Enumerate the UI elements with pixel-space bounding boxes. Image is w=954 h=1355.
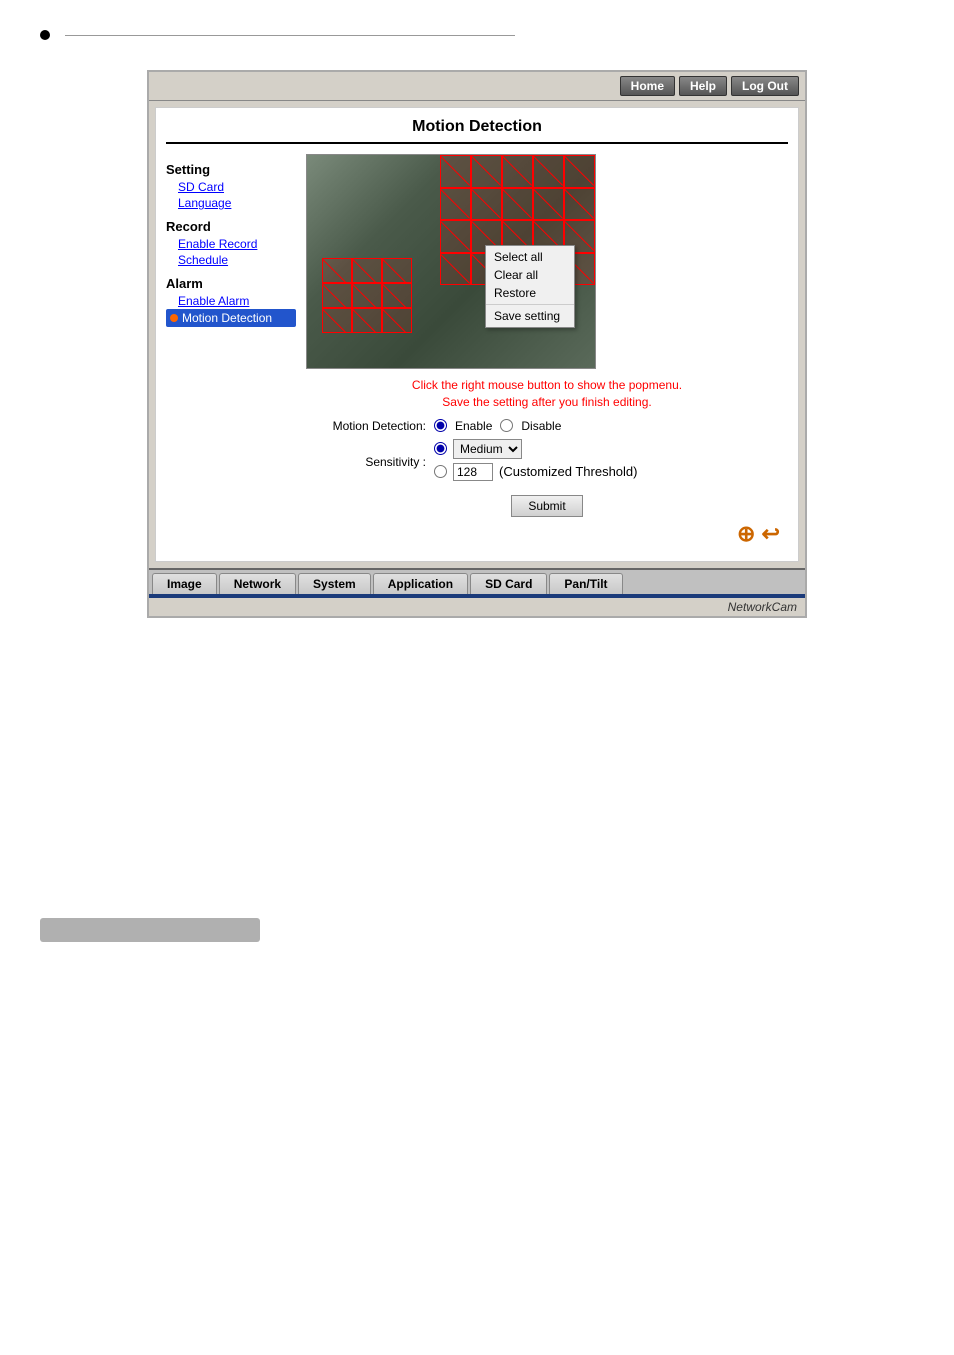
camera-view[interactable]: Select all Clear all Restore Save settin… bbox=[306, 154, 596, 369]
grid-bl-cell bbox=[322, 258, 352, 283]
logout-button[interactable]: Log Out bbox=[731, 76, 799, 96]
grid-bl-cell bbox=[322, 308, 352, 333]
grid-bl-cell bbox=[352, 308, 382, 333]
sidebar-alarm-label: Alarm bbox=[166, 276, 296, 291]
bullet-underline bbox=[65, 35, 515, 36]
context-menu-restore[interactable]: Restore bbox=[486, 284, 574, 302]
motion-detection-radio-group: Enable Disable bbox=[434, 419, 561, 433]
page-title: Motion Detection bbox=[166, 118, 788, 144]
tab-image[interactable]: Image bbox=[152, 573, 217, 594]
sensitivity-medium-row: Medium bbox=[434, 439, 637, 459]
context-menu-separator bbox=[486, 304, 574, 305]
threshold-input[interactable] bbox=[453, 463, 493, 481]
sidebar-item-sdcard[interactable]: SD Card bbox=[166, 179, 296, 195]
sidebar-item-enablerecord[interactable]: Enable Record bbox=[166, 236, 296, 252]
disable-radio[interactable] bbox=[500, 419, 513, 432]
custom-radio[interactable] bbox=[434, 465, 447, 478]
sidebar-record-label: Record bbox=[166, 219, 296, 234]
bullet-dot bbox=[40, 30, 50, 40]
logo-icon: ⊕ ↩ bbox=[737, 521, 780, 547]
brand-name: NetworkCam bbox=[728, 600, 797, 614]
main-layout: Setting SD Card Language Record Enable R… bbox=[166, 154, 788, 551]
tab-application[interactable]: Application bbox=[373, 573, 468, 594]
grid-cell bbox=[533, 188, 564, 221]
camera-section: Select all Clear all Restore Save settin… bbox=[306, 154, 788, 551]
page-wrapper: Home Help Log Out Motion Detection Setti… bbox=[0, 0, 954, 1355]
top-nav: Home Help Log Out bbox=[149, 72, 805, 101]
grid-cell bbox=[471, 188, 502, 221]
grid-cell bbox=[440, 253, 471, 286]
grid-bl-cell bbox=[382, 308, 412, 333]
context-menu-selectall[interactable]: Select all bbox=[486, 248, 574, 266]
motion-detection-label: Motion Detection: bbox=[306, 419, 426, 433]
bullet-line bbox=[0, 20, 954, 50]
motion-grid-bottomleft bbox=[322, 258, 412, 333]
bottom-tabs: Image Network System Application SD Card… bbox=[149, 568, 805, 594]
grid-bl-cell bbox=[352, 283, 382, 308]
medium-select[interactable]: Medium bbox=[453, 439, 522, 459]
grid-cell bbox=[440, 188, 471, 221]
instruction-text: Click the right mouse button to show the… bbox=[306, 377, 788, 411]
grid-cell bbox=[533, 155, 564, 188]
sidebar-item-motiondetection[interactable]: Motion Detection bbox=[166, 309, 296, 327]
context-menu-savesetting[interactable]: Save setting bbox=[486, 307, 574, 325]
grid-cell bbox=[502, 155, 533, 188]
tab-sdcard[interactable]: SD Card bbox=[470, 573, 547, 594]
sidebar: Setting SD Card Language Record Enable R… bbox=[166, 154, 296, 551]
help-button[interactable]: Help bbox=[679, 76, 727, 96]
bottom-gray-bar bbox=[40, 918, 260, 942]
grid-cell bbox=[564, 188, 595, 221]
tab-pantilt[interactable]: Pan/Tilt bbox=[549, 573, 622, 594]
main-container: Home Help Log Out Motion Detection Setti… bbox=[147, 70, 807, 618]
sensitivity-controls: Medium (Customized Threshold) bbox=[434, 439, 637, 485]
grid-bl-cell bbox=[382, 283, 412, 308]
tab-system[interactable]: System bbox=[298, 573, 371, 594]
active-bullet-icon bbox=[170, 314, 178, 322]
home-button[interactable]: Home bbox=[620, 76, 675, 96]
settings-area: Click the right mouse button to show the… bbox=[306, 377, 788, 517]
submit-area: Submit bbox=[306, 495, 788, 517]
submit-button[interactable]: Submit bbox=[511, 495, 582, 517]
threshold-label: (Customized Threshold) bbox=[499, 464, 637, 479]
grid-cell bbox=[471, 155, 502, 188]
enable-label: Enable bbox=[455, 419, 492, 433]
context-menu: Select all Clear all Restore Save settin… bbox=[485, 245, 575, 328]
sidebar-item-enablealarm[interactable]: Enable Alarm bbox=[166, 293, 296, 309]
sensitivity-custom-row: (Customized Threshold) bbox=[434, 463, 637, 481]
grid-cell bbox=[564, 155, 595, 188]
content-area: Motion Detection Setting SD Card Languag… bbox=[155, 107, 799, 562]
medium-radio[interactable] bbox=[434, 442, 447, 455]
sensitivity-row: Sensitivity : Medium bbox=[306, 439, 788, 485]
disable-label: Disable bbox=[521, 419, 561, 433]
grid-cell bbox=[502, 188, 533, 221]
grid-bl-cell bbox=[352, 258, 382, 283]
grid-bl-cell bbox=[322, 283, 352, 308]
grid-cell bbox=[440, 155, 471, 188]
context-menu-clearall[interactable]: Clear all bbox=[486, 266, 574, 284]
sensitivity-label: Sensitivity : bbox=[306, 455, 426, 469]
brand-bar: NetworkCam bbox=[149, 598, 805, 616]
grid-cell bbox=[440, 220, 471, 253]
motion-detection-row: Motion Detection: Enable Disable bbox=[306, 419, 788, 433]
sidebar-item-language[interactable]: Language bbox=[166, 195, 296, 211]
enable-radio[interactable] bbox=[434, 419, 447, 432]
grid-bl-cell bbox=[382, 258, 412, 283]
tab-network[interactable]: Network bbox=[219, 573, 296, 594]
logo-area: ⊕ ↩ bbox=[306, 517, 788, 551]
sidebar-item-schedule[interactable]: Schedule bbox=[166, 252, 296, 268]
sidebar-setting-label: Setting bbox=[166, 162, 296, 177]
